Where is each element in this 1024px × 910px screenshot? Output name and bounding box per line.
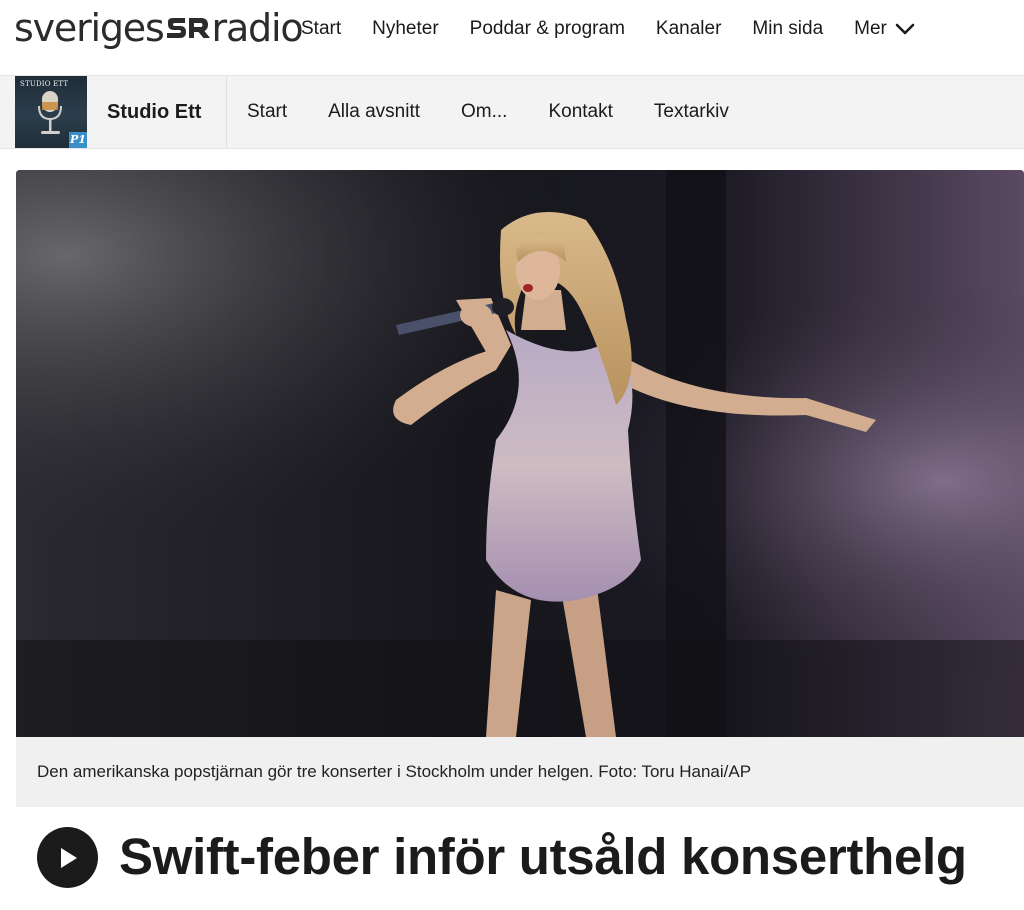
nav-start[interactable]: Start	[301, 18, 341, 40]
program-thumbnail[interactable]: STUDIO ETT P1	[15, 76, 87, 148]
image-caption: Den amerikanska popstjärnan gör tre kons…	[16, 737, 1024, 807]
divider	[226, 76, 227, 148]
concert-photo	[16, 170, 1024, 737]
program-nav-alla-avsnitt[interactable]: Alla avsnitt	[328, 101, 420, 123]
logo-text-left: sveriges	[14, 6, 165, 50]
article-header: Swift-feber inför utsåld konserthelg	[16, 807, 1024, 910]
play-button[interactable]	[37, 827, 98, 888]
p1-badge: P1	[69, 132, 87, 148]
image-caption-text: Den amerikanska popstjärnan gör tre kons…	[37, 762, 752, 781]
program-nav-om[interactable]: Om...	[461, 101, 507, 123]
nav-min-sida[interactable]: Min sida	[752, 18, 823, 40]
main-navigation: Start Nyheter Poddar & program Kanaler M…	[301, 0, 946, 58]
program-title[interactable]: Studio Ett	[107, 76, 201, 148]
sr-logo-icon	[166, 18, 210, 38]
program-nav-textarkiv[interactable]: Textarkiv	[654, 101, 729, 123]
logo-text-right: radio	[211, 6, 304, 50]
nav-poddar-program[interactable]: Poddar & program	[470, 18, 625, 40]
program-nav-start[interactable]: Start	[247, 101, 287, 123]
nav-kanaler[interactable]: Kanaler	[656, 18, 722, 40]
chevron-down-icon	[895, 23, 915, 35]
sveriges-radio-logo[interactable]: sveriges radio	[14, 6, 304, 50]
nav-more-label: Mer	[854, 18, 887, 39]
play-icon	[60, 847, 77, 868]
program-bar: STUDIO ETT P1 Studio Ett Start Alla avsn…	[0, 75, 1024, 149]
article-headline: Swift-feber inför utsåld konserthelg	[119, 828, 967, 885]
site-header: sveriges radio Start Nyheter Poddar & pr…	[0, 0, 1024, 75]
program-navigation: Start Alla avsnitt Om... Kontakt Textark…	[247, 76, 770, 148]
nav-nyheter[interactable]: Nyheter	[372, 18, 439, 40]
program-nav-kontakt[interactable]: Kontakt	[548, 101, 612, 123]
hero-image	[16, 170, 1024, 737]
nav-more-button[interactable]: Mer	[854, 18, 915, 40]
